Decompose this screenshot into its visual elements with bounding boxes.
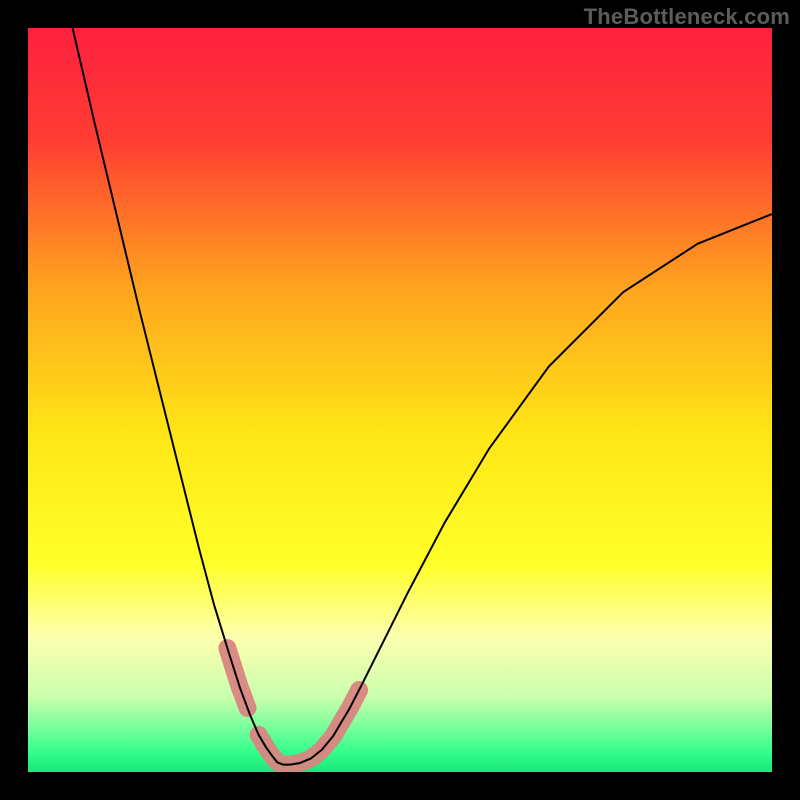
watermark: TheBottleneck.com [584,4,790,30]
chart-container: TheBottleneck.com [0,0,800,800]
plot-area [28,28,772,772]
bottleneck-curve [73,28,772,765]
chart-svg [28,28,772,772]
